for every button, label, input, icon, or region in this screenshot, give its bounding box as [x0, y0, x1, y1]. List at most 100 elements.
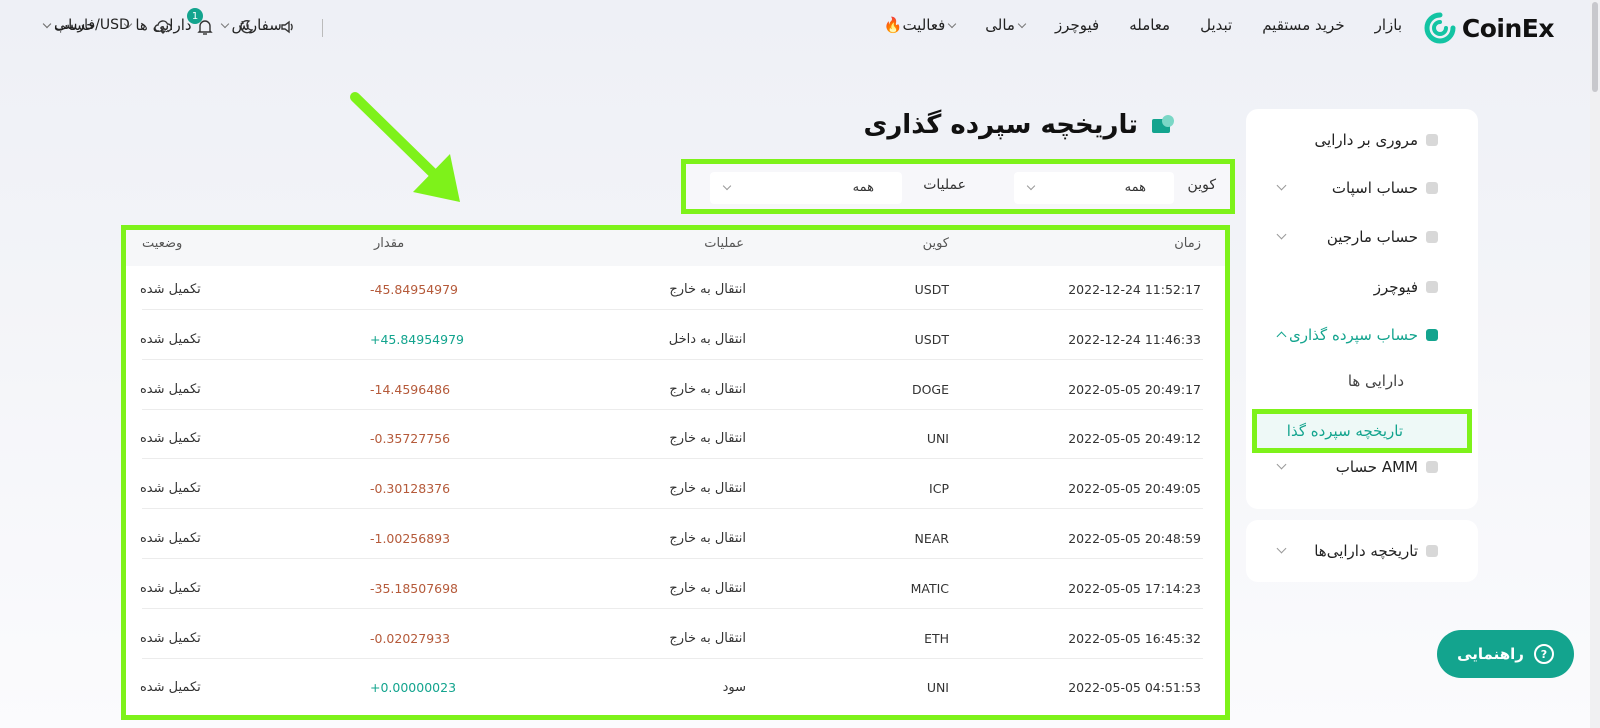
sidebar-subitem-deposit-history[interactable]: تاریخچه سپرده گذا	[1252, 409, 1472, 453]
filter-bar: کوین همه عملیات همه	[681, 159, 1235, 214]
history-icon	[1426, 545, 1438, 557]
table-row: 2022-05-05 20:48:59 NEAR انتقال به خارج -1.…	[126, 509, 1225, 559]
sidebar-item-spot-account[interactable]: حساب اسپات	[1246, 173, 1478, 203]
sidebar-item-amm-account[interactable]: حساب AMM	[1246, 452, 1478, 482]
chevron-down-icon	[1026, 181, 1036, 191]
language-currency-selector[interactable]: فارسی/USD	[42, 17, 130, 33]
margin-icon	[1426, 231, 1438, 243]
operation-filter-select[interactable]: همه	[710, 172, 902, 204]
main-menu: بازار خرید مستقیم تبدیل معامله فیوچرز ما…	[884, 16, 1402, 34]
sidebar-item-label: فیوچرز	[1373, 278, 1418, 296]
cell-amount: -1.00256893	[370, 531, 451, 546]
cell-status: تکمیل شده	[140, 531, 201, 546]
account-sidebar: مروری بر دارایی حساب اسپات حساب مارجین ف…	[1246, 109, 1478, 509]
question-mark-icon: ?	[1533, 644, 1554, 664]
table-row: 2022-05-05 04:51:53 UNI سود +0.00000023 تکمی…	[126, 658, 1225, 708]
sidebar-item-margin-account[interactable]: حساب مارجین	[1246, 222, 1478, 252]
cell-time: 2022-05-05 20:49:12	[1068, 431, 1201, 447]
nav-trade[interactable]: معامله	[1129, 16, 1170, 34]
table-row: 2022-05-05 20:49:05 ICP انتقال به خارج -0.3…	[126, 459, 1225, 510]
sidebar-item-label: تاریخچه دارایی‌ها	[1314, 542, 1418, 560]
nav-financial-label: مالی	[985, 16, 1015, 34]
cell-operation: سود	[722, 680, 746, 696]
table-row: 2022-12-24 11:52:17 USDT انتقال به خارج -45…	[126, 260, 1225, 310]
coinex-logo[interactable]: CoinEx	[1424, 10, 1555, 46]
sound-icon[interactable]	[277, 16, 299, 38]
cell-time: 2022-05-05 20:48:59	[1068, 531, 1201, 546]
page-scrollbar[interactable]	[1590, 0, 1600, 728]
cell-amount: +45.84954979	[370, 331, 464, 347]
cell-amount: -35.18507698	[370, 580, 459, 596]
nav-divider	[322, 19, 323, 37]
page-title: تاریخچه سپرده گذاری	[863, 110, 1174, 140]
scrollbar-thumb[interactable]	[1592, 2, 1598, 92]
chevron-down-icon	[1276, 543, 1287, 554]
cell-time: 2022-05-05 20:49:17	[1068, 381, 1201, 397]
sidebar-item-label: حساب مارجین	[1326, 228, 1418, 246]
spot-icon	[1426, 182, 1438, 194]
cell-amount: +0.00000023	[370, 680, 457, 696]
sidebar-item-deposit-account[interactable]: حساب سپرده گذاری	[1246, 320, 1478, 350]
coin-filter-select[interactable]: همه	[1014, 172, 1174, 204]
dark-mode-icon[interactable]	[235, 16, 257, 38]
operation-filter-value: همه	[852, 180, 874, 195]
download-app-icon[interactable]	[152, 16, 174, 38]
cell-status: تکمیل شده	[140, 630, 201, 646]
cell-operation: انتقال به خارج	[669, 481, 746, 497]
nav-convert[interactable]: تبدیل	[1200, 16, 1232, 34]
cell-operation: انتقال به داخل	[668, 331, 746, 347]
chevron-down-icon	[722, 181, 732, 191]
cell-status: تکمیل شده	[140, 381, 201, 397]
column-header-status: وضعیت	[142, 236, 183, 251]
cell-amount: -0.35727756	[370, 431, 451, 447]
cell-operation: انتقال به خارج	[669, 282, 746, 297]
deposit-account-icon	[1148, 115, 1174, 135]
notification-badge: 1	[187, 8, 203, 24]
cell-coin: DOGE	[911, 381, 949, 397]
cell-coin: NEAR	[914, 531, 950, 546]
cell-amount: -14.4596486	[370, 381, 451, 397]
operation-filter-label: عملیات	[923, 177, 966, 193]
coin-filter-label: کوین	[1187, 177, 1216, 193]
chevron-down-icon	[1276, 459, 1287, 470]
deposit-account-icon	[1426, 329, 1438, 341]
coinex-logo-icon	[1424, 12, 1456, 44]
cell-coin: ICP	[929, 481, 949, 497]
cell-status: تکمیل شده	[140, 431, 201, 447]
nav-market[interactable]: بازار	[1375, 16, 1402, 34]
nav-activity[interactable]: 🔥فعالیت	[883, 16, 957, 34]
nav-activity-label: 🔥فعالیت	[883, 16, 946, 34]
help-button[interactable]: ? راهنمایی	[1437, 630, 1574, 678]
sidebar-item-futures[interactable]: فیوچرز	[1246, 272, 1478, 302]
chevron-down-icon	[42, 19, 52, 28]
cell-coin: USDT	[914, 282, 949, 297]
table-row: 2022-05-05 17:14:23 MATIC انتقال به خارج -3…	[126, 559, 1225, 609]
cell-coin: UNI	[926, 680, 949, 696]
pie-chart-icon	[1426, 134, 1438, 146]
column-header-time: زمان	[1174, 236, 1201, 251]
nav-financial[interactable]: مالی	[985, 16, 1027, 34]
table-row: 2022-12-24 11:46:33 USDT انتقال به داخل +45…	[126, 310, 1225, 360]
page-title-text: تاریخچه سپرده گذاری	[863, 110, 1139, 140]
notification-bell-icon[interactable]: 1	[187, 8, 216, 38]
table-row: 2022-05-05 20:49:12 UNI انتقال به خارج -0.3…	[126, 409, 1225, 460]
cell-operation: انتقال به خارج	[669, 580, 746, 596]
top-nav: CoinEx بازار خرید مستقیم تبدیل معامله فی…	[0, 0, 1590, 56]
cell-time: 2022-05-05 20:49:05	[1068, 481, 1201, 497]
cell-time: 2022-12-24 11:52:17	[1068, 282, 1201, 297]
sidebar-item-asset-history[interactable]: تاریخچه دارایی‌ها	[1246, 536, 1478, 566]
asset-history-panel: تاریخچه دارایی‌ها	[1246, 520, 1478, 582]
cell-coin: UNI	[926, 431, 949, 447]
cell-status: تکمیل شده	[140, 481, 201, 497]
nav-futures[interactable]: فیوچرز	[1055, 16, 1099, 34]
sidebar-subitem-assets[interactable]: دارایی ها	[1246, 366, 1478, 396]
column-header-amount: مقدار	[374, 236, 405, 251]
cell-time: 2022-05-05 17:14:23	[1068, 580, 1201, 596]
chevron-down-icon	[1276, 229, 1287, 240]
cell-operation: انتقال به خارج	[669, 630, 746, 646]
help-button-label: راهنمایی	[1457, 645, 1524, 663]
cell-coin: MATIC	[910, 580, 949, 596]
cell-time: 2022-05-05 04:51:53	[1068, 680, 1201, 696]
sidebar-item-asset-overview[interactable]: مروری بر دارایی	[1246, 125, 1478, 155]
nav-direct-buy[interactable]: خرید مستقیم	[1262, 16, 1344, 34]
